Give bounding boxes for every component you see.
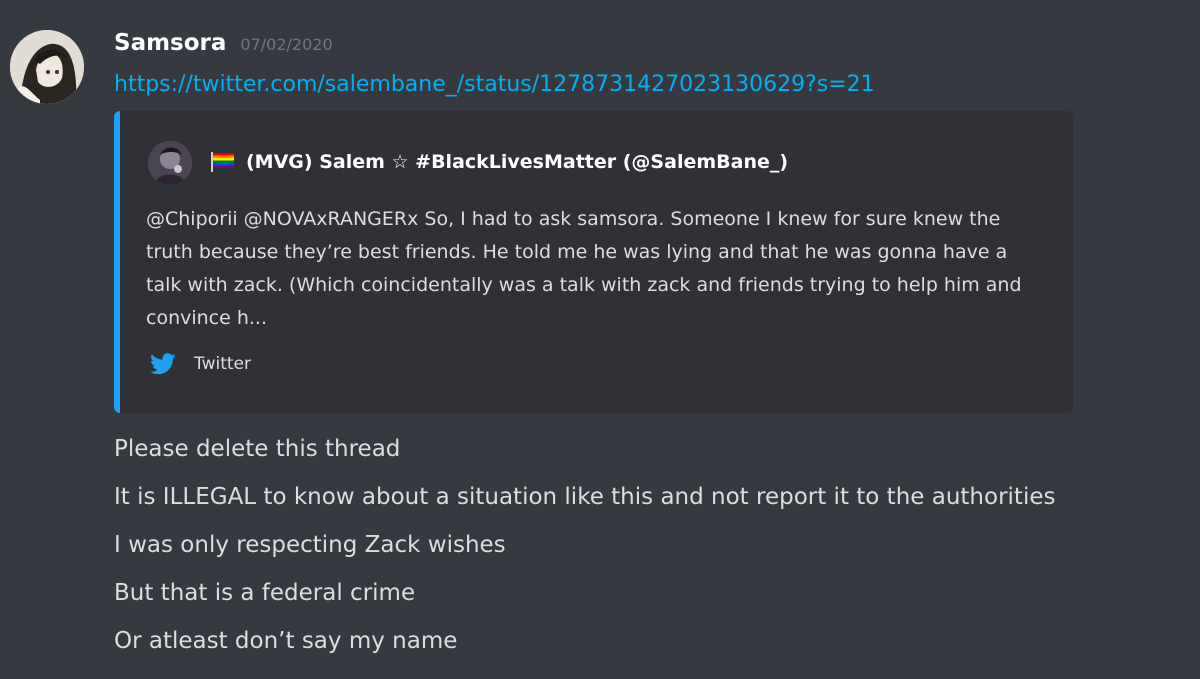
embed-author[interactable]: (MVG) Salem ☆ #BlackLivesMatter (@SalemB… — [210, 151, 788, 173]
message-timestamp: 07/02/2020 — [240, 35, 333, 54]
embed-author-name: (MVG) Salem ☆ #BlackLivesMatter (@SalemB… — [246, 151, 789, 173]
twitter-bird-icon — [150, 353, 176, 375]
message-line: I was only respecting Zack wishes — [114, 532, 506, 558]
embed-footer-label: Twitter — [194, 354, 251, 374]
chat-message: Samsora 07/02/2020 https://twitter.com/s… — [0, 0, 1200, 679]
embed-footer: Twitter — [150, 353, 251, 375]
embed-description: @Chiporii @NOVAxRANGERx So, I had to ask… — [146, 208, 1022, 329]
message-line: Or atleast don’t say my name — [114, 628, 458, 654]
message-line: It is ILLEGAL to know about a situation … — [114, 484, 1056, 510]
message-line: Please delete this thread — [114, 436, 401, 462]
message-line: But that is a federal crime — [114, 580, 416, 606]
author-username[interactable]: Samsora — [114, 30, 226, 56]
rainbow-flag-icon — [210, 151, 236, 173]
message-header: Samsora 07/02/2020 — [114, 30, 333, 64]
avatar-illustration — [10, 30, 84, 104]
embed-author-avatar[interactable] — [148, 141, 192, 185]
message-lines: Please delete this thread It is ILLEGAL … — [114, 425, 1174, 665]
twitter-embed: (MVG) Salem ☆ #BlackLivesMatter (@SalemB… — [114, 111, 1073, 413]
tweet-link[interactable]: https://twitter.com/salembane_/status/12… — [114, 72, 875, 97]
user-avatar[interactable] — [10, 30, 84, 104]
embed-avatar-illustration — [148, 141, 192, 185]
